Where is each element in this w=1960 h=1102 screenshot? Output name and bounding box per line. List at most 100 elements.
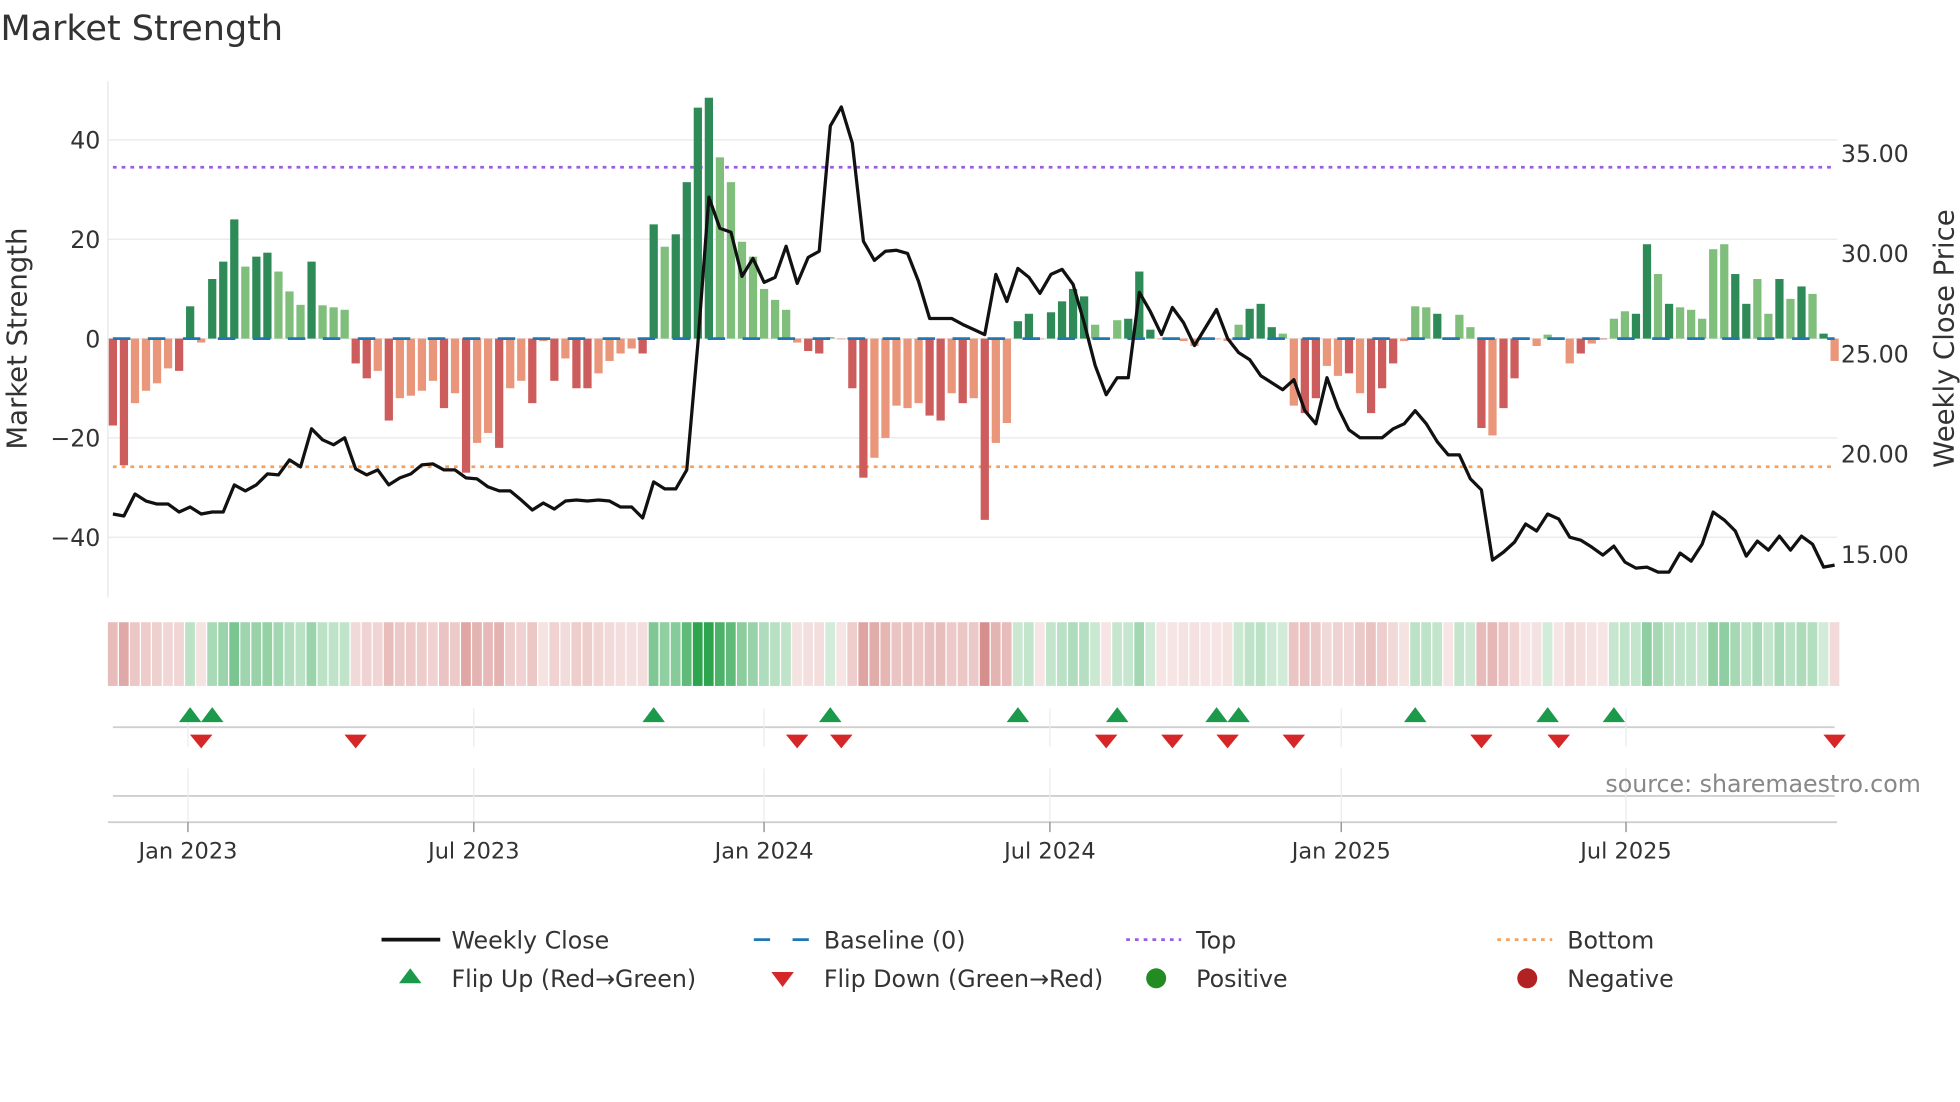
heat-cell xyxy=(450,622,460,686)
strength-bar xyxy=(1642,244,1652,339)
strength-bar xyxy=(252,256,261,339)
legend-label: Weekly Close xyxy=(451,926,609,954)
heat-cell xyxy=(1807,622,1818,686)
left-y-axis: 40 20 0 −20 −40 xyxy=(50,127,100,552)
strength-bar xyxy=(638,338,647,354)
heat-cell xyxy=(1432,622,1443,686)
heat-cell xyxy=(1377,622,1387,686)
flip-up-marker xyxy=(1227,707,1250,723)
strength-bar xyxy=(318,305,327,339)
heat-cell xyxy=(438,622,449,686)
strength-bar xyxy=(208,278,217,339)
strength-bar xyxy=(958,338,967,404)
strength-bar xyxy=(351,338,360,364)
strength-bar xyxy=(649,224,658,339)
strength-bar xyxy=(1256,303,1265,339)
strength-bar xyxy=(152,338,162,384)
heat-cell xyxy=(361,622,372,686)
heat-cell xyxy=(262,622,273,686)
x-tick-label: Jul 2023 xyxy=(426,838,519,864)
strength-bar xyxy=(1477,338,1486,428)
heat-cell xyxy=(1012,622,1023,686)
flip-up-marker xyxy=(1536,707,1559,723)
strength-bar xyxy=(561,338,570,359)
heat-cell xyxy=(968,622,979,686)
strength-bar xyxy=(484,338,493,433)
heat-cell xyxy=(1156,622,1167,686)
strength-bar xyxy=(1389,338,1398,364)
flip-markers-panel xyxy=(112,707,1846,823)
heat-cell xyxy=(1321,622,1332,686)
heat-cell xyxy=(1277,622,1288,686)
strength-bar xyxy=(263,252,272,339)
strength-bar xyxy=(1598,338,1607,340)
strength-bar xyxy=(1245,308,1254,339)
strength-bar xyxy=(108,338,118,426)
x-axis: Jan 2023 Jul 2023 Jan 2024 Jul 2024 Jan 2025… xyxy=(107,821,1838,864)
heat-cell xyxy=(1112,622,1122,686)
heat-cell xyxy=(1487,622,1498,686)
heat-cell xyxy=(1244,622,1255,686)
strength-bar xyxy=(859,338,868,478)
heat-cell xyxy=(648,622,659,686)
heat-cell xyxy=(604,622,615,686)
strength-bar xyxy=(1709,249,1718,339)
strength-bar xyxy=(439,338,449,409)
strength-bar xyxy=(1344,338,1354,374)
source-note: source: sharemaestro.com xyxy=(1605,770,1920,798)
flip-down-marker xyxy=(830,734,853,749)
strength-bar xyxy=(1687,309,1696,339)
flip-up-marker xyxy=(1105,707,1129,723)
flip-up-marker xyxy=(178,707,202,723)
strength-bar xyxy=(1046,312,1056,339)
market-strength-chart: Market Strength 40 20 0 −20 −40 35.00 30.00 25… xyxy=(0,9,1960,993)
legend-label: Top xyxy=(1195,926,1236,954)
strength-bar xyxy=(1720,244,1729,339)
heat-cell xyxy=(1001,622,1012,686)
flip-up-marker xyxy=(1403,707,1427,723)
legend: Weekly Close Baseline (0) Top Bottom Flip Up… xyxy=(381,926,1674,993)
heat-cell xyxy=(273,622,284,686)
strength-bar xyxy=(1124,318,1133,339)
strength-bar xyxy=(616,338,625,354)
y-tick-label: 20 xyxy=(70,226,100,254)
heat-cell xyxy=(1189,622,1200,686)
flip-up-marker xyxy=(819,707,842,723)
heat-cell xyxy=(163,622,173,686)
heat-cell xyxy=(714,622,725,686)
strength-bar xyxy=(1422,307,1431,339)
heat-cell xyxy=(1818,622,1829,686)
strength-bar xyxy=(969,338,978,399)
heat-cell xyxy=(1443,622,1454,686)
heat-cell xyxy=(1630,622,1641,686)
strength-bar xyxy=(1400,338,1409,342)
heat-cell xyxy=(825,622,836,686)
legend-label: Flip Down (Green→Red) xyxy=(824,965,1103,993)
strength-bar xyxy=(605,338,614,361)
heat-cell xyxy=(615,622,626,686)
heat-cell xyxy=(405,622,416,686)
heat-cell xyxy=(240,622,251,686)
strength-bar xyxy=(230,219,239,339)
legend-label: Baseline (0) xyxy=(824,926,966,954)
heat-cell xyxy=(946,622,957,686)
heat-cell xyxy=(1719,622,1729,686)
heat-cell xyxy=(229,622,240,686)
strength-bar xyxy=(528,338,537,404)
strength-bar xyxy=(1764,313,1773,339)
heat-cell xyxy=(1344,622,1354,686)
legend-symbol-triangle-up xyxy=(399,968,422,984)
heat-cell xyxy=(582,622,593,686)
strength-bar xyxy=(141,338,151,391)
flip-down-marker xyxy=(189,734,213,749)
heat-cell xyxy=(902,622,913,686)
strength-bar xyxy=(1675,307,1685,339)
strength-bar xyxy=(892,338,901,406)
strength-bar xyxy=(1113,320,1122,339)
strength-bar xyxy=(1742,303,1751,339)
heat-cell xyxy=(681,622,692,686)
strength-bar xyxy=(991,338,1000,443)
legend-symbol-circle xyxy=(1146,968,1167,989)
strength-bar xyxy=(461,338,471,473)
heat-cell xyxy=(1123,622,1134,686)
